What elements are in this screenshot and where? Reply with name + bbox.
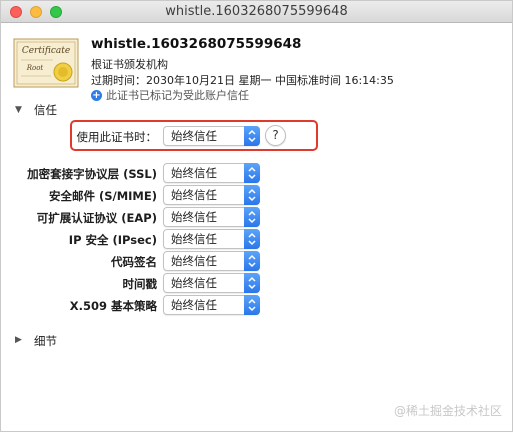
trust-row-label: 时间戳 (122, 277, 158, 291)
chevron-updown-icon (244, 126, 260, 146)
trust-row-label: 代码签名 (111, 255, 157, 269)
trust-row-value: 始终信任 (171, 188, 217, 202)
chevron-updown-icon (244, 251, 260, 271)
chevron-updown-icon (244, 207, 260, 227)
certificate-name: whistle.1603268075599648 (91, 36, 302, 52)
trust-row-value: 始终信任 (171, 254, 217, 268)
main-trust-label: 使用此证书时： (76, 130, 158, 144)
trust-row-label: 安全邮件 (S/MIME) (48, 189, 157, 203)
window-title: whistle.1603268075599648 (165, 4, 348, 19)
certificate-expiry: 过期时间：2030年10月21日 星期一 中国标准时间 16:14:35 (91, 74, 394, 87)
certificate-window: whistle.1603268075599648 Certificate Roo… (0, 0, 513, 432)
chevron-updown-icon (244, 229, 260, 249)
chevron-updown-icon (244, 163, 260, 183)
chevron-updown-icon (244, 273, 260, 293)
trust-row-label: 可扩展认证协议 (EAP) (36, 211, 157, 225)
trust-status: + 此证书已标记为受此账户信任 (91, 87, 249, 103)
chevron-updown-icon (244, 185, 260, 205)
disclosure-collapsed-icon[interactable]: ▶ (15, 335, 22, 345)
trust-section-label[interactable]: 信任 (34, 102, 57, 118)
trust-row-value: 始终信任 (171, 166, 217, 180)
certificate-icon-root: Root (26, 64, 44, 72)
certificate-icon: Certificate Root (13, 38, 79, 88)
trust-row-popup[interactable]: 始终信任 (163, 229, 260, 249)
certificate-subtitle: 根证书颁发机构 (91, 58, 168, 71)
disclosure-expanded-icon[interactable]: ▼ (15, 105, 22, 115)
trust-row-value: 始终信任 (171, 232, 217, 246)
plus-circle-icon: + (91, 89, 102, 101)
trust-row-value: 始终信任 (171, 298, 217, 312)
trust-row-value: 始终信任 (171, 210, 217, 224)
trust-row-popup[interactable]: 始终信任 (163, 273, 260, 293)
trust-row-popup[interactable]: 始终信任 (163, 185, 260, 205)
chevron-updown-icon (244, 295, 260, 315)
trust-row-label: X.509 基本策略 (69, 299, 157, 313)
trust-row-popup[interactable]: 始终信任 (163, 295, 260, 315)
help-button[interactable]: ? (265, 125, 286, 146)
trust-row-popup[interactable]: 始终信任 (163, 163, 260, 183)
trust-row-popup[interactable]: 始终信任 (163, 207, 260, 227)
title-bar: whistle.1603268075599648 (1, 1, 512, 23)
main-trust-popup[interactable]: 始终信任 (163, 126, 260, 146)
trust-row-label: 加密套接字协议层 (SSL) (27, 167, 157, 181)
trust-row-value: 始终信任 (171, 276, 217, 290)
certificate-icon-title: Certificate (22, 46, 70, 56)
trust-status-text: 此证书已标记为受此账户信任 (106, 89, 249, 102)
trust-row-label: IP 安全 (IPsec) (68, 233, 157, 247)
details-section-label[interactable]: 细节 (34, 333, 57, 349)
watermark: @稀土掘金技术社区 (393, 404, 502, 418)
trust-row-popup[interactable]: 始终信任 (163, 251, 260, 271)
main-trust-value: 始终信任 (171, 129, 217, 143)
